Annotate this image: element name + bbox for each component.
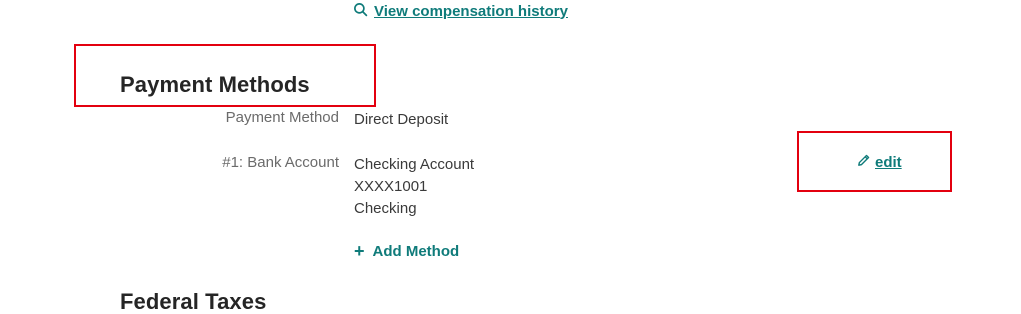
add-method-label: Add Method bbox=[372, 242, 460, 260]
federal-taxes-heading: Federal Taxes bbox=[120, 289, 267, 314]
payment-page: View compensation history Payment Method… bbox=[0, 0, 1021, 314]
payment-method-value-line: Direct Deposit bbox=[354, 111, 449, 128]
bank-account-value: Checking Account XXXX1001 Checking bbox=[354, 154, 474, 220]
account-subtype: Checking bbox=[354, 200, 417, 217]
view-compensation-history-label: View compensation history bbox=[374, 2, 568, 20]
account-number: XXXX1001 bbox=[354, 178, 428, 195]
add-method-button[interactable]: + Add Method bbox=[354, 242, 459, 260]
search-icon bbox=[353, 2, 368, 21]
payment-methods-heading: Payment Methods bbox=[120, 72, 310, 97]
payment-method-label: Payment Method bbox=[225, 109, 339, 126]
pencil-icon bbox=[856, 153, 871, 172]
edit-label: edit bbox=[875, 154, 902, 171]
edit-bank-account-link[interactable]: edit bbox=[856, 153, 902, 172]
bank-account-label: #1: Bank Account bbox=[222, 154, 339, 171]
plus-icon: + bbox=[354, 241, 365, 261]
payment-method-value: Direct Deposit bbox=[354, 109, 448, 131]
account-type: Checking Account bbox=[354, 156, 475, 173]
view-compensation-history-link[interactable]: View compensation history bbox=[353, 0, 568, 22]
